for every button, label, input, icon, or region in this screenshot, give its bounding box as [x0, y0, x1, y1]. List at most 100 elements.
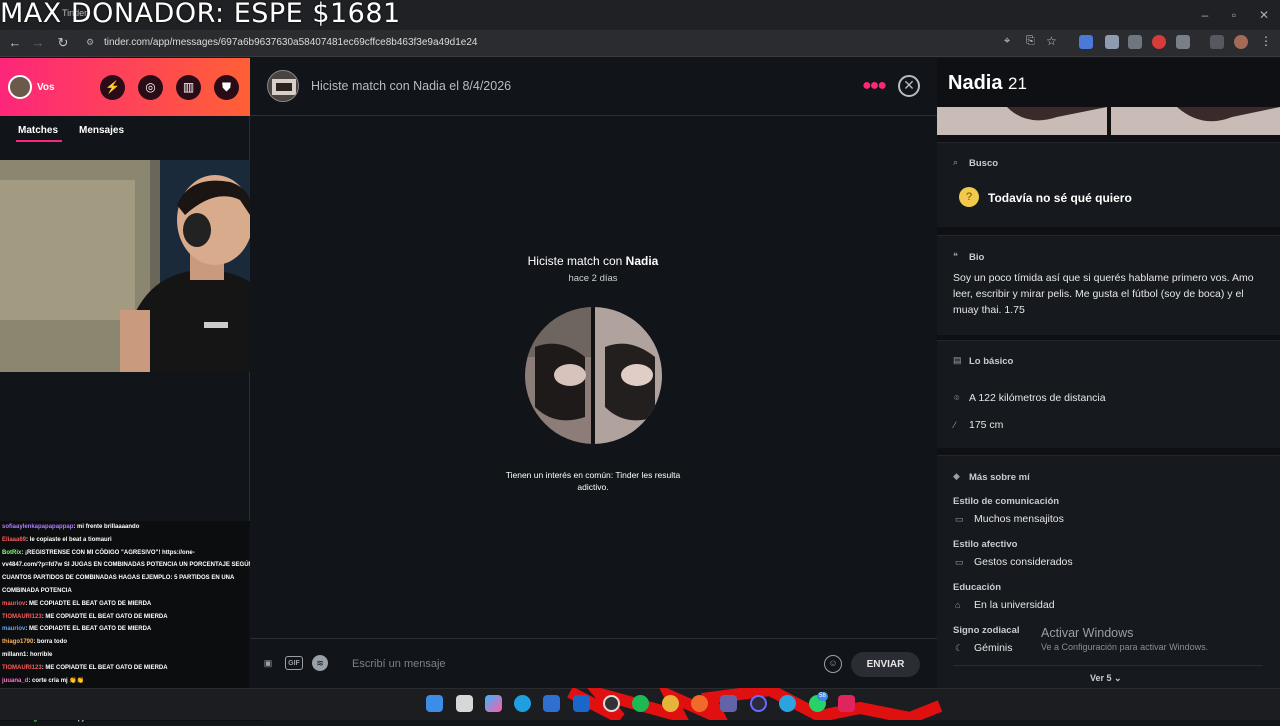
extension-icon[interactable] — [1105, 35, 1119, 49]
common-interest-text: Tienen un interés en común: Tinder les r… — [505, 470, 681, 492]
firefox-icon[interactable] — [691, 695, 708, 712]
chat-username[interactable]: millann1 — [2, 652, 26, 658]
copilot-icon[interactable] — [485, 695, 502, 712]
education-value: En la universidad — [974, 599, 1055, 611]
store-icon[interactable] — [543, 695, 560, 712]
see-more-button[interactable]: Ver 5 ⌄ — [1090, 673, 1122, 684]
thinking-emoji-icon: ? — [959, 187, 979, 207]
contact-card-icon[interactable]: ▣ — [260, 655, 276, 671]
windows-start-icon[interactable] — [426, 695, 443, 712]
tag-icon: ◆ — [953, 471, 960, 481]
chat-line: mauriov: ME COPIADTE EL BEAT GATO DE MIE… — [2, 598, 262, 611]
app-icon[interactable] — [750, 695, 767, 712]
match-photo[interactable] — [525, 307, 662, 444]
shield-icon[interactable]: ⛊ — [214, 75, 239, 100]
chat-message: : ME COPIADTE EL BEAT GATO DE MIERDA — [25, 626, 152, 633]
chat-message: : ¡REGISTRENSE CON MI CÓDIGO "AGRESIVO"!… — [21, 549, 195, 556]
chat-username[interactable]: juuana_d — [2, 678, 28, 684]
chat-username[interactable]: mauriov — [2, 601, 25, 607]
briefcase-icon[interactable]: ▥ — [176, 75, 201, 100]
profile-avatar-icon[interactable] — [1234, 35, 1248, 49]
puzzle-icon[interactable] — [1176, 35, 1190, 49]
chat-username[interactable]: TIOMAURI123 — [2, 665, 42, 671]
donor-overlay-text: MAX DONADOR: ESPE $1681 — [0, 0, 401, 29]
chat-line: thiago1790: borra todo — [2, 636, 262, 649]
chat-line: TIOMAURI123: ME COPIADTE EL BEAT GATO DE… — [2, 662, 262, 675]
match-avatar[interactable] — [267, 70, 299, 102]
menu-dots-icon[interactable]: ⋮ — [1260, 34, 1272, 48]
chat-message: CUANTOS PARTIDOS DE COMBINADAS HAGAS EJE… — [2, 575, 235, 582]
ruler-icon: ⁄ — [954, 420, 956, 430]
message-input[interactable] — [352, 656, 812, 672]
chat-line: CUANTOS PARTIDOS DE COMBINADAS HAGAS EJE… — [2, 572, 262, 585]
back-icon[interactable]: ← — [5, 34, 25, 52]
extension-grid-icon[interactable] — [1128, 35, 1142, 49]
translate-extension-icon[interactable] — [1079, 35, 1093, 49]
location-pin-icon: ⌾ — [954, 393, 960, 403]
moon-icon: ☾ — [955, 643, 964, 653]
chat-username[interactable]: mauriov — [2, 626, 25, 632]
gif-icon[interactable]: GIF — [285, 656, 303, 670]
see-more-label: Ver 5 — [1090, 673, 1112, 683]
telegram-icon[interactable] — [779, 695, 796, 712]
spotify-icon[interactable]: ≋ — [312, 655, 328, 671]
chat-line: BotRix: ¡REGISTRENSE CON MI CÓDIGO "AGRE… — [2, 547, 262, 560]
file-explorer-icon[interactable] — [456, 695, 473, 712]
chat-username[interactable]: Eliaaa69 — [2, 537, 26, 543]
teams-icon[interactable] — [720, 695, 737, 712]
outlook-icon[interactable] — [573, 695, 590, 712]
zodiac-value: Géminis — [974, 642, 1013, 654]
chat-username[interactable]: thiago1790 — [2, 639, 33, 645]
bookmark-star-icon[interactable]: ☆ — [1046, 34, 1057, 48]
tab-mensajes[interactable]: Mensajes — [79, 125, 124, 136]
more-options-icon[interactable]: ●●● — [862, 78, 887, 94]
forward-icon[interactable]: → — [28, 34, 48, 52]
chat-message: : le copiaste el beat a tiomauri — [26, 536, 112, 543]
busco-value: Todavía no sé qué quiero — [988, 191, 1132, 205]
chat-line: Eliaaa69: le copiaste el beat a tiomauri — [2, 534, 262, 547]
obs-icon[interactable] — [603, 695, 620, 712]
location-icon[interactable]: ⌖ — [1004, 35, 1010, 48]
spotify-taskbar-icon[interactable] — [632, 695, 649, 712]
chat-message: : horrible — [26, 651, 53, 658]
notification-badge: 58 — [817, 692, 828, 701]
chat-username[interactable]: TIOMAURI123 — [2, 614, 42, 620]
minimize-icon[interactable]: – — [1195, 6, 1215, 24]
explore-icon[interactable]: ◎ — [138, 75, 163, 100]
url-field[interactable]: tinder.com/app/messages/697a6b9637630a58… — [80, 33, 1000, 53]
close-conversation-button[interactable]: ✕ — [898, 75, 920, 97]
zodiac-label: Signo zodiacal — [953, 625, 1020, 636]
chat-line: millann1: horrible — [2, 649, 262, 662]
reload-icon[interactable]: ↻ — [53, 34, 73, 52]
chat-message: : ME COPIADTE EL BEAT GATO DE MIERDA — [41, 664, 168, 671]
maximize-icon[interactable]: ▫ — [1224, 6, 1244, 24]
chat-username[interactable]: sofiaaylenkapapapappap — [2, 524, 73, 530]
tab-matches[interactable]: Matches — [18, 125, 58, 136]
close-window-icon[interactable]: ✕ — [1254, 6, 1274, 24]
match-title: Hiciste match con Nadia — [450, 254, 736, 268]
avatar[interactable] — [8, 75, 32, 99]
chat-username[interactable]: BotRix — [2, 550, 21, 556]
media-icon[interactable] — [1210, 35, 1224, 49]
record-extension-icon[interactable] — [1152, 35, 1166, 49]
user-label[interactable]: Vos — [37, 82, 55, 93]
comm-style-value: Muchos mensajitos — [974, 513, 1064, 525]
chat-message: COMBINADA POTENCIA — [2, 587, 72, 594]
edge-icon[interactable] — [514, 695, 531, 712]
share-icon[interactable]: ⎘ — [1026, 35, 1035, 48]
tiktok-icon[interactable] — [838, 695, 855, 712]
chat-message: : ME COPIADTE EL BEAT GATO DE MIERDA — [25, 600, 152, 607]
distance-value: A 122 kilómetros de distancia — [969, 392, 1106, 404]
chat-message: vv4847.com/?p=fd7w SI JUGAS EN COMBINADA… — [2, 562, 253, 569]
profile-photo-strip[interactable] — [937, 107, 1280, 135]
active-tab-indicator — [16, 140, 62, 142]
boost-icon[interactable]: ⚡ — [100, 75, 125, 100]
busco-title: Busco — [969, 158, 999, 169]
chat-line: mauriov: ME COPIADTE EL BEAT GATO DE MIE… — [2, 623, 262, 636]
id-card-icon: ▤ — [953, 355, 962, 365]
emoji-icon[interactable]: ☺ — [824, 655, 842, 673]
divider — [953, 665, 1263, 666]
chrome-icon[interactable] — [662, 695, 679, 712]
graduation-cap-icon: ⌂ — [955, 600, 961, 610]
send-button[interactable]: ENVIAR — [851, 652, 920, 677]
